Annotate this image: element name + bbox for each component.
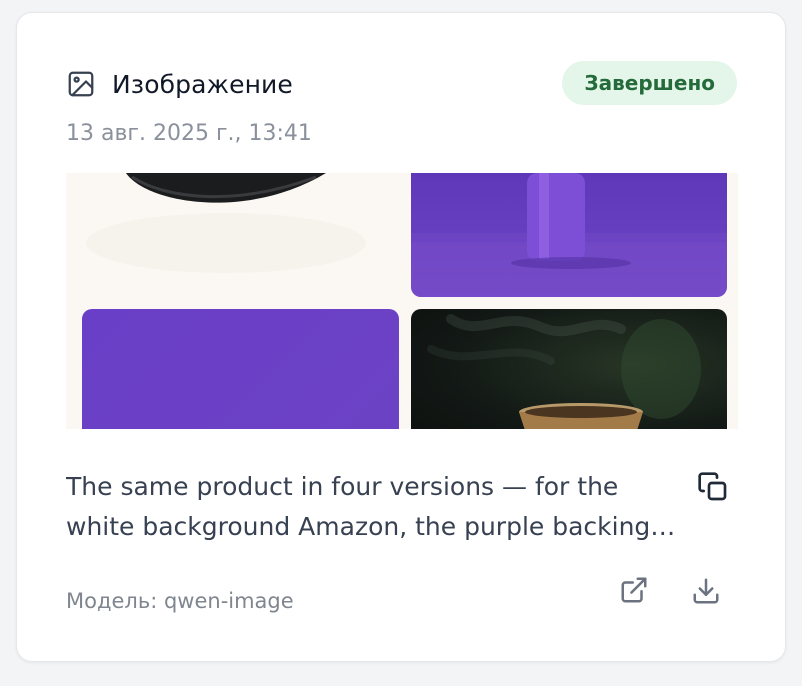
preview-tile-lifestyle-steam bbox=[411, 309, 727, 429]
image-preview[interactable] bbox=[66, 173, 738, 429]
preview-tile-purple-product bbox=[411, 173, 727, 297]
copy-icon[interactable] bbox=[697, 471, 729, 503]
external-link-icon[interactable] bbox=[619, 575, 649, 605]
preview-tile-purple-banner bbox=[82, 309, 399, 429]
card-header: Изображение bbox=[66, 69, 293, 99]
timestamp: 13 авг. 2025 г., 13:41 bbox=[66, 121, 312, 146]
model-label: Модель: qwen-image bbox=[66, 589, 294, 613]
status-badge: Завершено bbox=[562, 61, 737, 105]
image-icon bbox=[66, 69, 96, 99]
download-icon[interactable] bbox=[691, 576, 721, 606]
card-type-title: Изображение bbox=[112, 69, 293, 99]
prompt-description: The same product in four versions — for … bbox=[66, 472, 651, 541]
generation-card: Изображение Завершено 13 авг. 2025 г., 1… bbox=[16, 12, 786, 662]
preview-tile-white-background bbox=[66, 173, 396, 299]
